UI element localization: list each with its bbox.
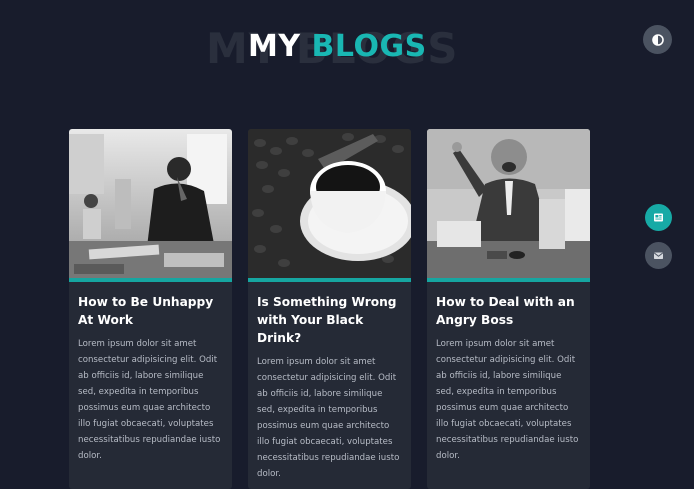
card-excerpt: Lorem ipsum dolor sit amet consectetur a…: [436, 339, 579, 461]
card-accent-bar: [427, 278, 590, 282]
envelope-icon: [653, 252, 664, 259]
blog-card[interactable]: Is Something Wrong with Your Black Drink…: [248, 129, 411, 489]
contact-nav-button[interactable]: [645, 242, 672, 269]
card-excerpt: Lorem ipsum dolor sit amet consectetur a…: [257, 357, 400, 479]
blog-card[interactable]: How to Be Unhappy At Work Lorem ipsum do…: [69, 129, 232, 489]
blogs-nav-button[interactable]: [645, 204, 672, 231]
blog-card[interactable]: How to Deal with an Angry Boss Lorem ips…: [427, 129, 590, 489]
man-stressed-at-desk-photo: [69, 129, 232, 278]
newspaper-icon: [654, 213, 663, 222]
card-accent-bar: [248, 278, 411, 282]
card-excerpt: Lorem ipsum dolor sit amet consectetur a…: [78, 339, 221, 461]
page-title: MY BLOGS: [248, 32, 427, 62]
theme-toggle-button[interactable]: [643, 25, 672, 54]
page-title-word-blogs: BLOGS: [311, 29, 427, 64]
card-title[interactable]: How to Be Unhappy At Work: [78, 293, 223, 329]
card-title[interactable]: Is Something Wrong with Your Black Drink…: [257, 293, 402, 347]
contrast-icon: [651, 33, 664, 46]
card-title[interactable]: How to Deal with an Angry Boss: [436, 293, 581, 329]
page-heading: MY BLOGS MY BLOGS: [0, 0, 694, 80]
card-accent-bar: [69, 278, 232, 282]
angry-boss-pointing-photo: [427, 129, 590, 278]
coffee-cup-with-beans-photo: [248, 129, 411, 278]
page-title-word-my: MY: [248, 29, 301, 64]
